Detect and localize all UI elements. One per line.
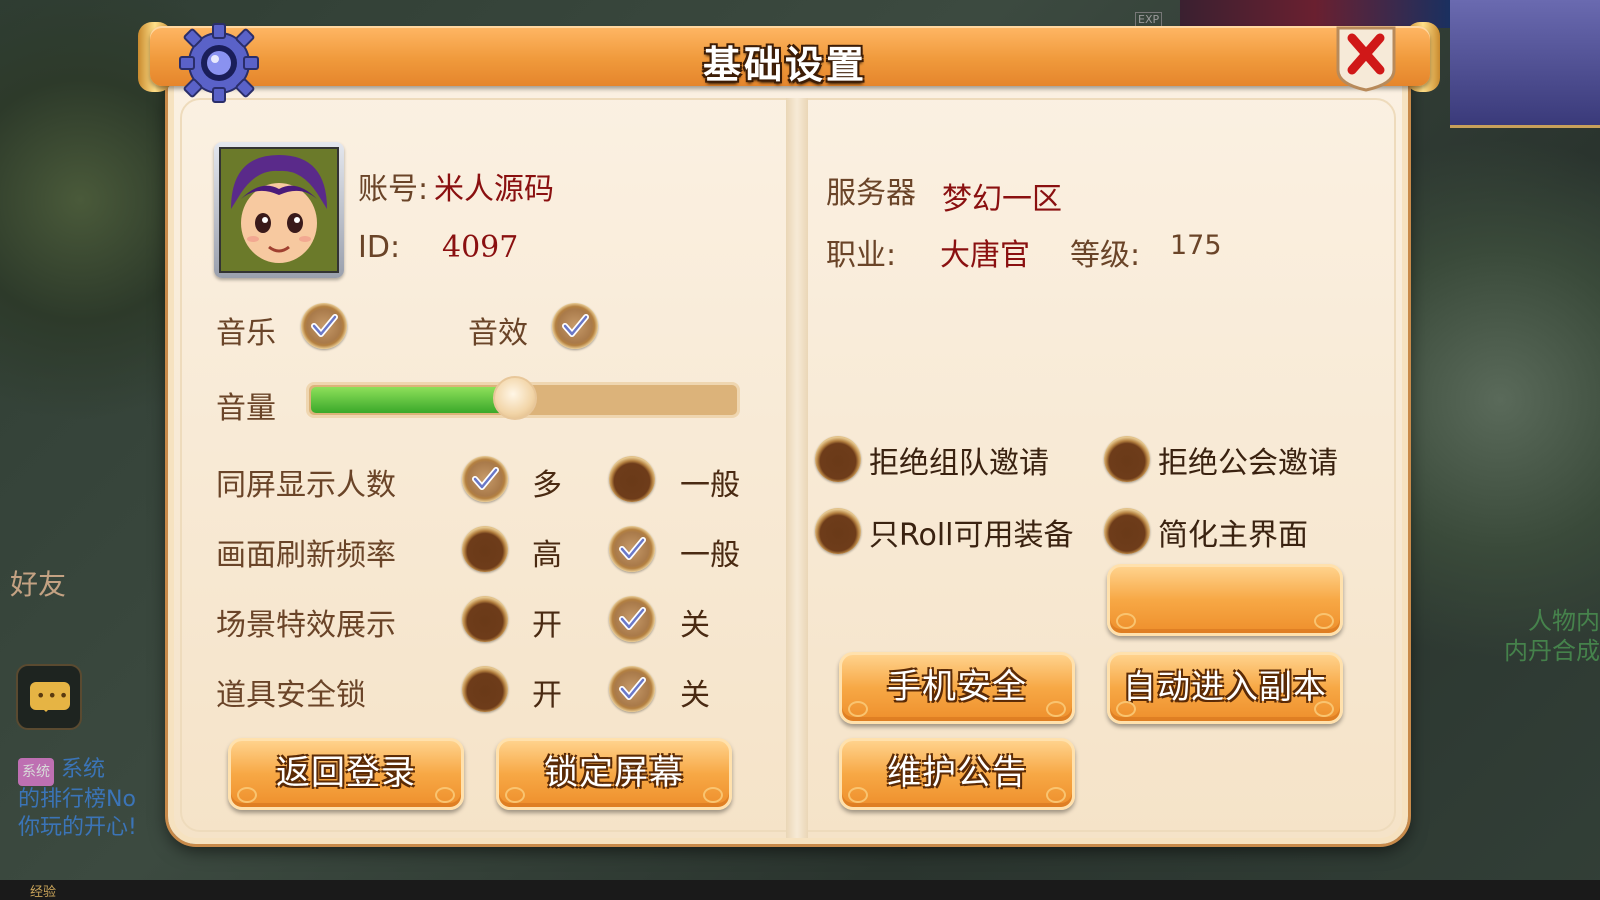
server-label: 服务器 xyxy=(826,176,916,211)
avatar xyxy=(214,142,344,278)
option-radio[interactable] xyxy=(609,456,655,502)
toggle-radio[interactable] xyxy=(1104,436,1150,482)
server-value: 梦幻一区 xyxy=(942,182,1062,217)
option-radio[interactable] xyxy=(609,666,655,712)
toggle-label: 拒绝组队邀请 xyxy=(869,446,1049,481)
option-radio[interactable] xyxy=(462,526,508,572)
column-divider xyxy=(786,98,808,838)
option-radio[interactable] xyxy=(462,596,508,642)
account-name: 米人源码 xyxy=(434,172,554,207)
id-value: 4097 xyxy=(442,230,519,265)
option-label: 开 xyxy=(532,608,562,643)
option-radio[interactable] xyxy=(462,456,508,502)
dialog-title: 基础设置 xyxy=(702,43,867,87)
setting-row-label: 场景特效展示 xyxy=(216,608,396,643)
option-label: 多 xyxy=(532,468,562,503)
toggle-label: 只Roll可用装备 xyxy=(869,518,1074,553)
option-label: 高 xyxy=(532,538,562,573)
top-status-bar xyxy=(1180,0,1450,28)
system-tag: 系统 xyxy=(18,758,54,786)
option-radio[interactable] xyxy=(609,596,655,642)
friend-label[interactable]: 好友 xyxy=(10,570,70,640)
close-icon[interactable] xyxy=(1334,24,1398,92)
class-value: 大唐官 xyxy=(940,238,1030,273)
back-to-login-button[interactable]: 返回登录 xyxy=(228,738,464,810)
lock-screen-button[interactable]: 锁定屏幕 xyxy=(496,738,732,810)
toggle-radio[interactable] xyxy=(815,436,861,482)
sfx-checkbox[interactable] xyxy=(552,303,598,349)
music-label: 音乐 xyxy=(216,316,276,351)
character-portrait xyxy=(221,149,337,271)
volume-fill xyxy=(311,387,516,413)
option-radio[interactable] xyxy=(462,666,508,712)
sfx-label: 音效 xyxy=(468,316,528,351)
volume-knob[interactable] xyxy=(493,376,537,420)
toggle-label: 拒绝公会邀请 xyxy=(1158,446,1338,481)
exp-bar: 经验 xyxy=(0,880,1600,900)
setting-row-label: 画面刷新频率 xyxy=(216,538,396,573)
option-label: 一般 xyxy=(680,538,740,573)
class-label: 职业: xyxy=(826,238,897,273)
maintenance-notice-button[interactable]: 维护公告 xyxy=(839,738,1075,810)
option-radio[interactable] xyxy=(609,526,655,572)
system-message: 系统 系统 的排行榜No 你玩的开心! xyxy=(18,757,137,840)
blank-button[interactable] xyxy=(1107,564,1343,636)
player-portrait-hud[interactable] xyxy=(1450,0,1600,128)
chat-button[interactable]: ••• xyxy=(16,664,82,730)
gear-icon xyxy=(179,23,259,103)
toggle-label: 简化主界面 xyxy=(1158,518,1308,553)
level-value: 175 xyxy=(1170,230,1222,261)
toggle-radio[interactable] xyxy=(1104,508,1150,554)
auto-enter-dungeon-button[interactable]: 自动进入副本 xyxy=(1107,652,1343,724)
volume-label: 音量 xyxy=(216,391,276,426)
setting-row-label: 同屏显示人数 xyxy=(216,468,396,503)
level-label: 等级: xyxy=(1070,238,1141,273)
option-label: 一般 xyxy=(680,468,740,503)
option-label: 关 xyxy=(680,608,710,643)
option-label: 关 xyxy=(680,678,710,713)
toggle-radio[interactable] xyxy=(815,508,861,554)
music-checkbox[interactable] xyxy=(301,303,347,349)
phone-security-button[interactable]: 手机安全 xyxy=(839,652,1075,724)
id-label: ID: xyxy=(358,230,401,265)
account-label: 账号: xyxy=(358,172,429,207)
exp-tag: EXP xyxy=(1135,12,1163,27)
right-hud-text: 人物内 内丹合成 xyxy=(1504,607,1600,665)
setting-row-label: 道具安全锁 xyxy=(216,678,366,713)
option-label: 开 xyxy=(532,678,562,713)
